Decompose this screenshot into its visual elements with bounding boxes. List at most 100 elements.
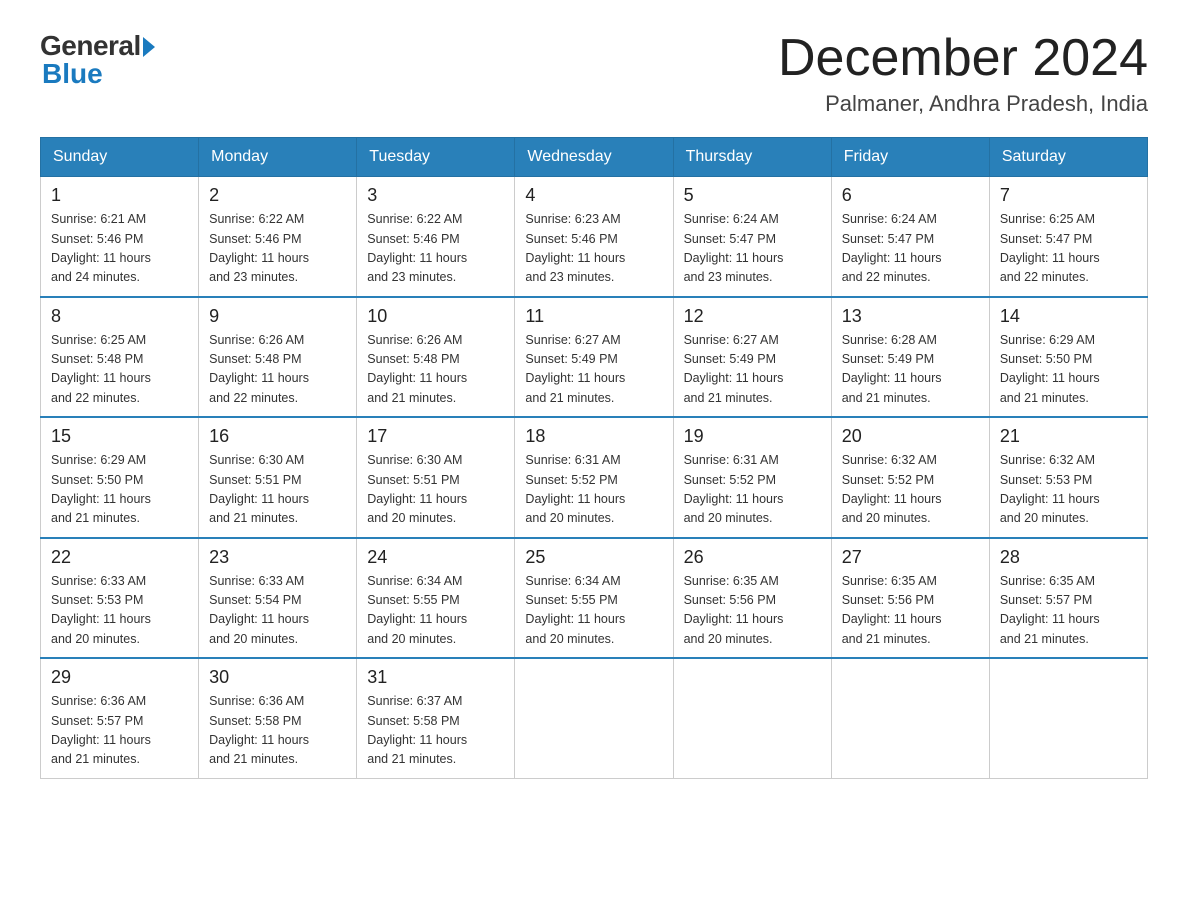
calendar-day-cell: 24 Sunrise: 6:34 AMSunset: 5:55 PMDayligh… <box>357 538 515 659</box>
day-info: Sunrise: 6:31 AMSunset: 5:52 PMDaylight:… <box>684 451 821 529</box>
calendar-day-cell: 3 Sunrise: 6:22 AMSunset: 5:46 PMDaylight… <box>357 177 515 297</box>
calendar-header-saturday: Saturday <box>989 138 1147 177</box>
calendar-day-cell <box>673 658 831 778</box>
day-info: Sunrise: 6:34 AMSunset: 5:55 PMDaylight:… <box>367 572 504 650</box>
calendar-header-friday: Friday <box>831 138 989 177</box>
calendar-week-row: 8Sunrise: 6:25 AMSunset: 5:48 PMDaylight… <box>41 297 1148 418</box>
day-number: 14 <box>1000 306 1137 327</box>
calendar-header-thursday: Thursday <box>673 138 831 177</box>
calendar-header-row: SundayMondayTuesdayWednesdayThursdayFrid… <box>41 138 1148 177</box>
day-number: 16 <box>209 426 346 447</box>
calendar-day-cell: 30 Sunrise: 6:36 AMSunset: 5:58 PMDayligh… <box>199 658 357 778</box>
day-number: 21 <box>1000 426 1137 447</box>
day-info: Sunrise: 6:24 AMSunset: 5:47 PMDaylight:… <box>842 210 979 288</box>
day-number: 24 <box>367 547 504 568</box>
day-number: 29 <box>51 667 188 688</box>
day-number: 23 <box>209 547 346 568</box>
day-info: Sunrise: 6:32 AMSunset: 5:52 PMDaylight:… <box>842 451 979 529</box>
calendar-day-cell: 10Sunrise: 6:26 AMSunset: 5:48 PMDayligh… <box>357 297 515 418</box>
day-info: Sunrise: 6:22 AMSunset: 5:46 PMDaylight:… <box>209 210 346 288</box>
calendar-week-row: 29 Sunrise: 6:36 AMSunset: 5:57 PMDayligh… <box>41 658 1148 778</box>
day-number: 13 <box>842 306 979 327</box>
day-info: Sunrise: 6:32 AMSunset: 5:53 PMDaylight:… <box>1000 451 1137 529</box>
day-number: 4 <box>525 185 662 206</box>
day-number: 12 <box>684 306 821 327</box>
calendar-day-cell: 28 Sunrise: 6:35 AMSunset: 5:57 PMDayligh… <box>989 538 1147 659</box>
day-number: 3 <box>367 185 504 206</box>
calendar-day-cell <box>831 658 989 778</box>
day-info: Sunrise: 6:36 AMSunset: 5:57 PMDaylight:… <box>51 692 188 770</box>
day-info: Sunrise: 6:29 AMSunset: 5:50 PMDaylight:… <box>51 451 188 529</box>
day-info: Sunrise: 6:30 AMSunset: 5:51 PMDaylight:… <box>367 451 504 529</box>
calendar-week-row: 22Sunrise: 6:33 AMSunset: 5:53 PMDayligh… <box>41 538 1148 659</box>
day-info: Sunrise: 6:26 AMSunset: 5:48 PMDaylight:… <box>367 331 504 409</box>
calendar-header-tuesday: Tuesday <box>357 138 515 177</box>
calendar-day-cell: 21 Sunrise: 6:32 AMSunset: 5:53 PMDayligh… <box>989 417 1147 538</box>
calendar-day-cell <box>989 658 1147 778</box>
day-number: 5 <box>684 185 821 206</box>
day-info: Sunrise: 6:35 AMSunset: 5:57 PMDaylight:… <box>1000 572 1137 650</box>
calendar-day-cell <box>515 658 673 778</box>
day-number: 15 <box>51 426 188 447</box>
calendar-day-cell: 14 Sunrise: 6:29 AMSunset: 5:50 PMDayligh… <box>989 297 1147 418</box>
day-info: Sunrise: 6:34 AMSunset: 5:55 PMDaylight:… <box>525 572 662 650</box>
calendar-day-cell: 8Sunrise: 6:25 AMSunset: 5:48 PMDaylight… <box>41 297 199 418</box>
calendar-day-cell: 27 Sunrise: 6:35 AMSunset: 5:56 PMDayligh… <box>831 538 989 659</box>
day-info: Sunrise: 6:27 AMSunset: 5:49 PMDaylight:… <box>684 331 821 409</box>
day-number: 26 <box>684 547 821 568</box>
calendar-week-row: 1 Sunrise: 6:21 AMSunset: 5:46 PMDaylight… <box>41 177 1148 297</box>
day-number: 22 <box>51 547 188 568</box>
day-info: Sunrise: 6:27 AMSunset: 5:49 PMDaylight:… <box>525 331 662 409</box>
calendar-day-cell: 15 Sunrise: 6:29 AMSunset: 5:50 PMDayligh… <box>41 417 199 538</box>
logo-arrow-icon <box>143 37 155 57</box>
calendar-header-wednesday: Wednesday <box>515 138 673 177</box>
day-number: 17 <box>367 426 504 447</box>
day-info: Sunrise: 6:26 AMSunset: 5:48 PMDaylight:… <box>209 331 346 409</box>
calendar-day-cell: 18Sunrise: 6:31 AMSunset: 5:52 PMDayligh… <box>515 417 673 538</box>
day-info: Sunrise: 6:31 AMSunset: 5:52 PMDaylight:… <box>525 451 662 529</box>
day-info: Sunrise: 6:28 AMSunset: 5:49 PMDaylight:… <box>842 331 979 409</box>
title-block: December 2024 Palmaner, Andhra Pradesh, … <box>778 30 1148 117</box>
day-info: Sunrise: 6:36 AMSunset: 5:58 PMDaylight:… <box>209 692 346 770</box>
location-title: Palmaner, Andhra Pradesh, India <box>778 91 1148 117</box>
day-number: 6 <box>842 185 979 206</box>
day-number: 1 <box>51 185 188 206</box>
calendar-day-cell: 5 Sunrise: 6:24 AMSunset: 5:47 PMDaylight… <box>673 177 831 297</box>
calendar-day-cell: 23 Sunrise: 6:33 AMSunset: 5:54 PMDayligh… <box>199 538 357 659</box>
logo-blue-text: Blue <box>42 58 103 90</box>
calendar-day-cell: 20 Sunrise: 6:32 AMSunset: 5:52 PMDayligh… <box>831 417 989 538</box>
day-number: 30 <box>209 667 346 688</box>
day-info: Sunrise: 6:30 AMSunset: 5:51 PMDaylight:… <box>209 451 346 529</box>
calendar-day-cell: 19Sunrise: 6:31 AMSunset: 5:52 PMDayligh… <box>673 417 831 538</box>
day-info: Sunrise: 6:22 AMSunset: 5:46 PMDaylight:… <box>367 210 504 288</box>
calendar-day-cell: 16 Sunrise: 6:30 AMSunset: 5:51 PMDayligh… <box>199 417 357 538</box>
day-info: Sunrise: 6:29 AMSunset: 5:50 PMDaylight:… <box>1000 331 1137 409</box>
day-number: 28 <box>1000 547 1137 568</box>
day-number: 20 <box>842 426 979 447</box>
calendar-day-cell: 22Sunrise: 6:33 AMSunset: 5:53 PMDayligh… <box>41 538 199 659</box>
day-number: 11 <box>525 306 662 327</box>
calendar-header-sunday: Sunday <box>41 138 199 177</box>
day-number: 9 <box>209 306 346 327</box>
day-number: 31 <box>367 667 504 688</box>
calendar-week-row: 15 Sunrise: 6:29 AMSunset: 5:50 PMDayligh… <box>41 417 1148 538</box>
day-number: 25 <box>525 547 662 568</box>
calendar-day-cell: 25 Sunrise: 6:34 AMSunset: 5:55 PMDayligh… <box>515 538 673 659</box>
day-number: 27 <box>842 547 979 568</box>
day-info: Sunrise: 6:33 AMSunset: 5:54 PMDaylight:… <box>209 572 346 650</box>
day-info: Sunrise: 6:25 AMSunset: 5:47 PMDaylight:… <box>1000 210 1137 288</box>
day-info: Sunrise: 6:24 AMSunset: 5:47 PMDaylight:… <box>684 210 821 288</box>
day-info: Sunrise: 6:35 AMSunset: 5:56 PMDaylight:… <box>842 572 979 650</box>
calendar-day-cell: 31Sunrise: 6:37 AMSunset: 5:58 PMDayligh… <box>357 658 515 778</box>
calendar-day-cell: 13 Sunrise: 6:28 AMSunset: 5:49 PMDayligh… <box>831 297 989 418</box>
calendar-day-cell: 17 Sunrise: 6:30 AMSunset: 5:51 PMDayligh… <box>357 417 515 538</box>
calendar-day-cell: 9 Sunrise: 6:26 AMSunset: 5:48 PMDaylight… <box>199 297 357 418</box>
calendar-day-cell: 2 Sunrise: 6:22 AMSunset: 5:46 PMDaylight… <box>199 177 357 297</box>
calendar-header-monday: Monday <box>199 138 357 177</box>
day-number: 2 <box>209 185 346 206</box>
calendar-day-cell: 1 Sunrise: 6:21 AMSunset: 5:46 PMDaylight… <box>41 177 199 297</box>
calendar-day-cell: 26 Sunrise: 6:35 AMSunset: 5:56 PMDayligh… <box>673 538 831 659</box>
day-info: Sunrise: 6:35 AMSunset: 5:56 PMDaylight:… <box>684 572 821 650</box>
calendar-day-cell: 11 Sunrise: 6:27 AMSunset: 5:49 PMDayligh… <box>515 297 673 418</box>
day-info: Sunrise: 6:21 AMSunset: 5:46 PMDaylight:… <box>51 210 188 288</box>
